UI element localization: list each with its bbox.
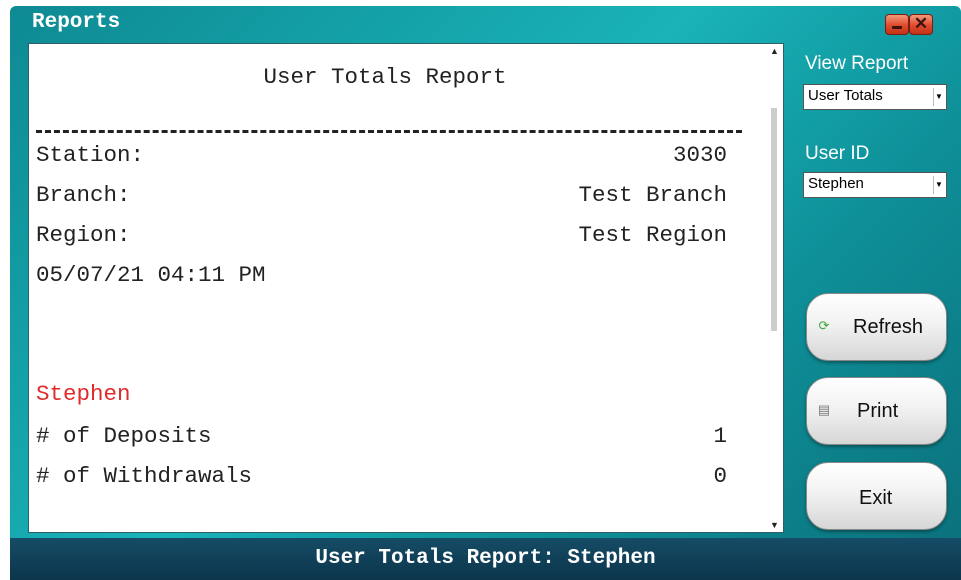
view-report-select[interactable]: User Totals ▼ <box>803 84 947 110</box>
withdrawals-value: 0 <box>713 463 727 489</box>
region-value: Test Region <box>578 222 727 248</box>
view-report-value: User Totals <box>808 87 883 104</box>
reports-window: Reports ✕ User Totals Report Station: 30… <box>10 6 961 580</box>
title-bar: Reports ✕ <box>10 6 961 40</box>
scroll-thumb[interactable] <box>771 108 777 331</box>
chevron-down-icon[interactable]: ▼ <box>933 88 944 106</box>
print-button[interactable]: ▤ Print <box>806 377 947 445</box>
report-user-name: Stephen <box>36 381 131 407</box>
close-icon: ✕ <box>913 14 929 33</box>
deposits-label: # of Deposits <box>36 423 212 449</box>
refresh-button[interactable]: ⟳ Refresh <box>806 293 947 361</box>
status-text: User Totals Report: Stephen <box>315 547 656 570</box>
scroll-up-icon[interactable]: ▲ <box>766 44 783 58</box>
report-scrollbar[interactable]: ▲ ▼ <box>766 44 783 532</box>
report-datetime: 05/07/21 04:11 PM <box>36 262 266 288</box>
branch-label: Branch: <box>36 182 131 208</box>
view-report-label: View Report <box>805 53 909 74</box>
refresh-button-label: Refresh <box>853 316 924 338</box>
withdrawals-label: # of Withdrawals <box>36 463 253 489</box>
region-label: Region: <box>36 222 131 248</box>
station-value: 3030 <box>672 142 727 168</box>
station-label: Station: <box>36 142 145 168</box>
user-id-label: User ID <box>805 143 870 164</box>
close-button[interactable]: ✕ <box>909 14 933 35</box>
deposits-value: 1 <box>713 423 727 449</box>
printer-icon: ▤ <box>817 402 831 417</box>
minimize-icon <box>892 26 902 29</box>
status-bar: User Totals Report: Stephen <box>10 538 961 580</box>
report-divider <box>36 130 742 133</box>
chevron-down-icon[interactable]: ▼ <box>933 176 944 194</box>
window-title: Reports <box>32 11 121 34</box>
report-panel[interactable]: User Totals Report Station: 3030 Branch:… <box>28 43 784 533</box>
refresh-icon: ⟳ <box>818 318 830 333</box>
user-id-value: Stephen <box>808 175 864 192</box>
scroll-down-icon[interactable]: ▼ <box>766 518 783 532</box>
branch-value: Test Branch <box>578 182 727 208</box>
minimize-button[interactable] <box>885 14 909 35</box>
report-heading: User Totals Report <box>263 64 507 90</box>
print-button-label: Print <box>857 400 899 422</box>
user-id-select[interactable]: Stephen ▼ <box>803 172 947 198</box>
exit-button-label: Exit <box>859 487 893 509</box>
exit-button[interactable]: Exit <box>806 462 947 530</box>
